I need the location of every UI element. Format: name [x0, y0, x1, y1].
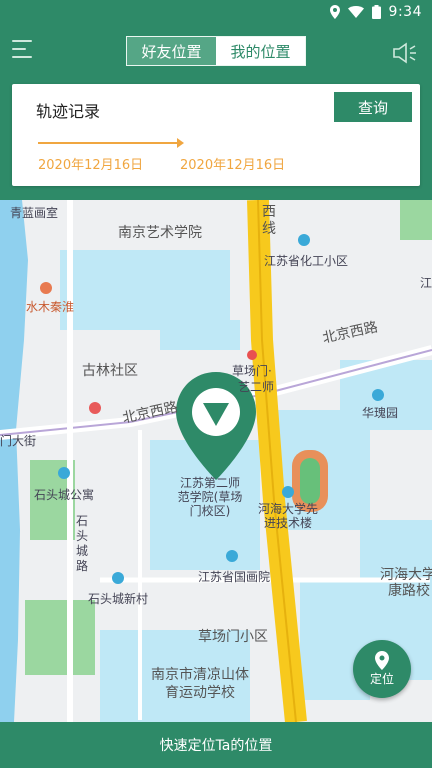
- locate-button[interactable]: 定位: [353, 640, 411, 698]
- map-label-shitou-xc[interactable]: 石头城新村: [88, 590, 148, 607]
- poi-shuimu-icon[interactable]: [40, 282, 52, 294]
- map-label-menda[interactable]: 门大街: [0, 432, 36, 449]
- river: [0, 200, 28, 722]
- poi-huaguiyuan-icon[interactable]: [372, 389, 384, 401]
- locate-button-label: 定位: [369, 672, 394, 686]
- poi-hehai-tech-icon[interactable]: [282, 486, 294, 498]
- status-bar: 9:34: [0, 0, 432, 24]
- map-label-kanglu[interactable]: 康路校: [388, 580, 430, 600]
- map-label-shuimu[interactable]: 水木秦淮: [26, 298, 74, 315]
- app-bar: 好友位置 我的位置: [0, 24, 432, 80]
- location-pin-icon: [329, 5, 340, 19]
- map-label-normal-school[interactable]: 江苏第二师范学院(草场门校区): [176, 476, 244, 518]
- map-label-chem[interactable]: 江苏省化工小区: [264, 252, 348, 269]
- poi-guohuayuan-icon[interactable]: [226, 550, 238, 562]
- map-label-art-school[interactable]: 南京艺术学院: [118, 222, 202, 242]
- map-label-qinglan[interactable]: 青蓝画室: [10, 204, 58, 221]
- query-button[interactable]: 查询: [334, 92, 412, 122]
- poi-shitou-gy-icon[interactable]: [58, 467, 70, 479]
- art-school-area: [60, 250, 230, 330]
- map-label-hehai-tech[interactable]: 河海大学先进技术楼: [256, 502, 320, 530]
- poi-shitou-xc-icon[interactable]: [112, 572, 124, 584]
- menu-button[interactable]: [12, 40, 38, 64]
- map-label-huaguiyuan[interactable]: 华瑰园: [362, 404, 398, 421]
- tab-friend-location[interactable]: 好友位置: [127, 37, 216, 65]
- end-date[interactable]: 2020年12月16日: [180, 154, 285, 173]
- status-icons: 9:34: [329, 4, 422, 20]
- track-record-title: 轨迹记录: [36, 102, 101, 121]
- location-tab-switch: 好友位置 我的位置: [126, 36, 306, 66]
- tab-my-location[interactable]: 我的位置: [216, 37, 305, 65]
- battery-icon: [371, 5, 381, 19]
- poi-hospital-icon[interactable]: [89, 402, 101, 414]
- date-range-arrow: [38, 138, 184, 148]
- speaker-icon[interactable]: [392, 42, 418, 64]
- poi-caochang-icon[interactable]: [247, 350, 257, 360]
- map-label-caochangmen[interactable]: 草场门小区: [198, 626, 268, 646]
- track-record-card: 轨迹记录 查询 2020年12月16日 2020年12月16日: [12, 84, 420, 186]
- map-label-shitou-road[interactable]: 石头城路: [76, 514, 90, 574]
- poi-chem-icon[interactable]: [298, 234, 310, 246]
- map-label-qingliang[interactable]: 南京市清凉山体育运动学校: [150, 666, 250, 702]
- start-date[interactable]: 2020年12月16日: [38, 154, 143, 173]
- map-label-shitou-gy[interactable]: 石头城公寓: [34, 486, 94, 503]
- map-label-caochang[interactable]: 草场门·: [232, 362, 272, 379]
- quick-locate-bar[interactable]: 快速定位Ta的位置: [0, 722, 432, 768]
- map-label-jiang[interactable]: 江: [420, 274, 432, 291]
- map-label-xixian[interactable]: 西线: [262, 204, 276, 238]
- map-label-erlshi[interactable]: 艺二师: [238, 378, 274, 395]
- map-label-guohuayuan[interactable]: 江苏省国画院: [198, 568, 270, 585]
- status-time: 9:34: [388, 4, 422, 20]
- menu-icon: [12, 40, 32, 42]
- wifi-icon: [347, 6, 364, 18]
- location-pin-icon: [375, 651, 389, 670]
- map-label-gulin[interactable]: 古林社区: [82, 360, 138, 380]
